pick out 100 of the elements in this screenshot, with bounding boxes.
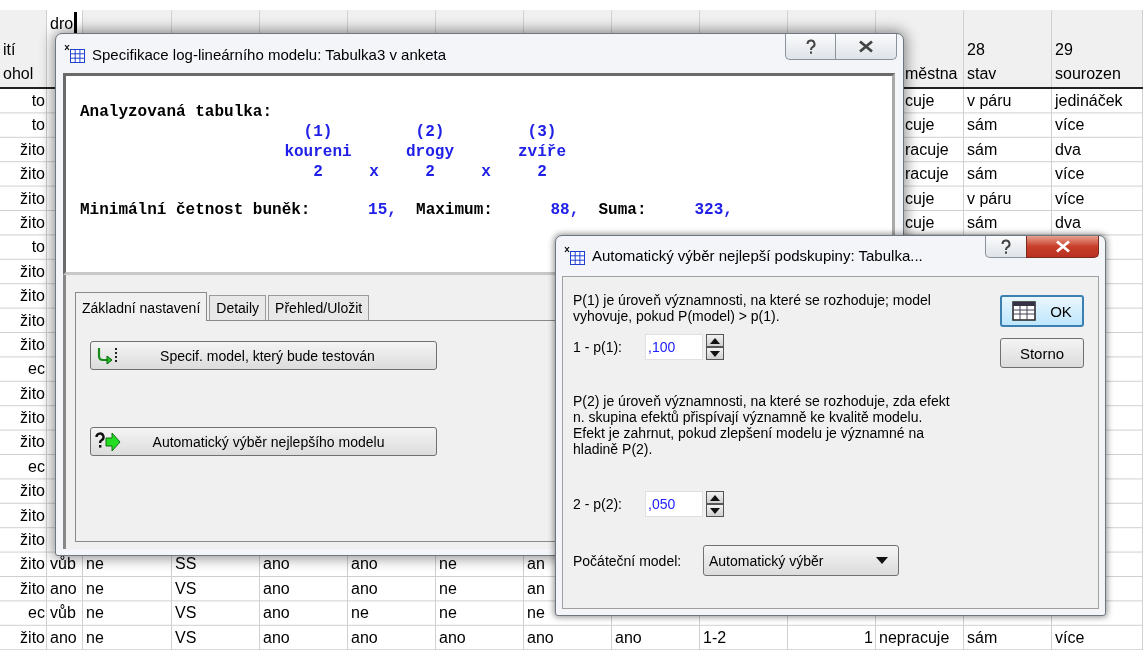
tab[interactable]: Základní nastavení (75, 292, 208, 321)
table-cell: ne (351, 604, 369, 622)
table-cell: ano (615, 628, 642, 646)
table-cell: to (31, 238, 45, 256)
table-cell: ne (439, 579, 457, 597)
table-cell: dva (1055, 140, 1081, 158)
table-cell: žito (20, 335, 45, 353)
model-select[interactable]: Automatický výběr (703, 545, 899, 576)
table-cell: ne (86, 628, 104, 646)
header-text: ohol (3, 64, 35, 84)
table-cell: žito (20, 287, 45, 305)
table-cell: žito (20, 433, 45, 451)
table-cell: žito (20, 531, 45, 549)
table-cell: ne (86, 579, 104, 597)
table-cell: ano (351, 628, 378, 646)
table-cell: ano (263, 555, 290, 573)
input-field[interactable]: ,050 (645, 491, 703, 517)
header-text: 29 (1055, 40, 1074, 60)
factor-index: (1) (302, 123, 334, 141)
header-text: stav (967, 64, 998, 84)
description-text: P(1) je úroveň významnosti, na které se rozhoduje; model vyhovuje, pokud P(model) > p(1). (573, 292, 932, 324)
close-icon (858, 40, 874, 53)
factor-name: zvíře (517, 143, 567, 161)
times-sign: x (480, 163, 492, 181)
stat-value: 88, (549, 201, 580, 219)
text-cursor (74, 12, 78, 34)
tab[interactable]: Detaily (209, 295, 267, 320)
table-cell: jedináček (1055, 92, 1123, 109)
table-cell: to (31, 116, 45, 134)
tab[interactable]: Přehled/Uložit (268, 295, 370, 320)
command-button[interactable]: Automatický výběr nejlepšího modelu (90, 427, 437, 456)
table-icon (64, 44, 86, 64)
table-cell: ne (86, 555, 104, 573)
down-arrow-icon (710, 507, 720, 514)
table-cell: více (1055, 628, 1085, 646)
stat-label: Maximum: (416, 201, 493, 219)
table-cell: žito (20, 384, 45, 402)
table-cell: dva (1055, 213, 1081, 231)
close-button[interactable] (835, 34, 897, 60)
spin-down-button[interactable] (706, 504, 724, 517)
times-sign: x (368, 163, 380, 181)
factor-name: drogy (405, 143, 455, 161)
table-cell: ano (263, 628, 290, 646)
table-cell: více (1055, 189, 1085, 207)
header-text: ití (3, 40, 17, 60)
table-cell: cuje (905, 213, 935, 231)
table-cell: ano (50, 579, 77, 597)
close-button[interactable] (1026, 236, 1099, 258)
question-arrow-icon (95, 431, 121, 452)
table-cell: v páru (967, 189, 1012, 207)
table-cell: v páru (967, 92, 1012, 109)
table-cell: VS (175, 604, 197, 622)
command-button[interactable]: Specif. model, který bude testován (90, 341, 437, 370)
help-icon (804, 38, 817, 55)
table-icon (564, 245, 586, 266)
help-icon (1000, 238, 1012, 255)
factor-index: (2) (414, 123, 446, 141)
table-cell: racuje (905, 165, 949, 183)
table-cell: VS (175, 579, 197, 597)
table-cell: ne (439, 555, 457, 573)
help-button[interactable] (785, 34, 835, 60)
field-label: 1 - p(1): (573, 339, 623, 355)
table-cell: SS (175, 555, 197, 573)
spin-down-button[interactable] (706, 347, 724, 360)
table-cell: vůb (50, 555, 76, 573)
table-cell: ano (527, 628, 554, 646)
table-cell: sám (967, 140, 998, 158)
table-cell: žito (20, 579, 45, 597)
table-cell: cuje (905, 92, 935, 109)
table-cell: žito (20, 482, 45, 500)
help-button[interactable] (985, 236, 1026, 258)
table-cell: VS (175, 628, 197, 646)
table-cell: žito (20, 555, 45, 573)
table-cell: žito (20, 213, 45, 231)
table-cell: více (1055, 165, 1085, 183)
ok-button[interactable]: OK (1000, 295, 1084, 327)
table-cell: ano (50, 628, 77, 646)
table-cell: ne (86, 604, 104, 622)
table-cell: žito (20, 628, 45, 646)
up-arrow-icon (710, 337, 720, 344)
factor-levels: 2 (424, 163, 436, 181)
spin-up-button[interactable] (706, 491, 724, 504)
stat-value: 15, (367, 201, 397, 219)
table-cell: ano (263, 579, 290, 597)
spin-up-button[interactable] (706, 334, 724, 347)
header-text: dro (50, 14, 74, 34)
table-cell: nepracuje (879, 628, 950, 646)
table-cell: ec (28, 457, 45, 475)
header-text: sourozen (1055, 64, 1122, 84)
table-cell: cuje (905, 116, 935, 134)
up-arrow-icon (710, 494, 720, 501)
table-cell: sám (967, 165, 998, 183)
table-cell: an (527, 579, 545, 597)
table-cell: to (31, 92, 45, 109)
input-field[interactable]: ,100 (645, 334, 703, 360)
table-cell: an (527, 555, 545, 573)
header-text: 28 (967, 40, 986, 60)
table-cell: žito (20, 409, 45, 427)
dialog-button[interactable]: Storno (1000, 338, 1084, 368)
table-cell: ano (351, 579, 378, 597)
